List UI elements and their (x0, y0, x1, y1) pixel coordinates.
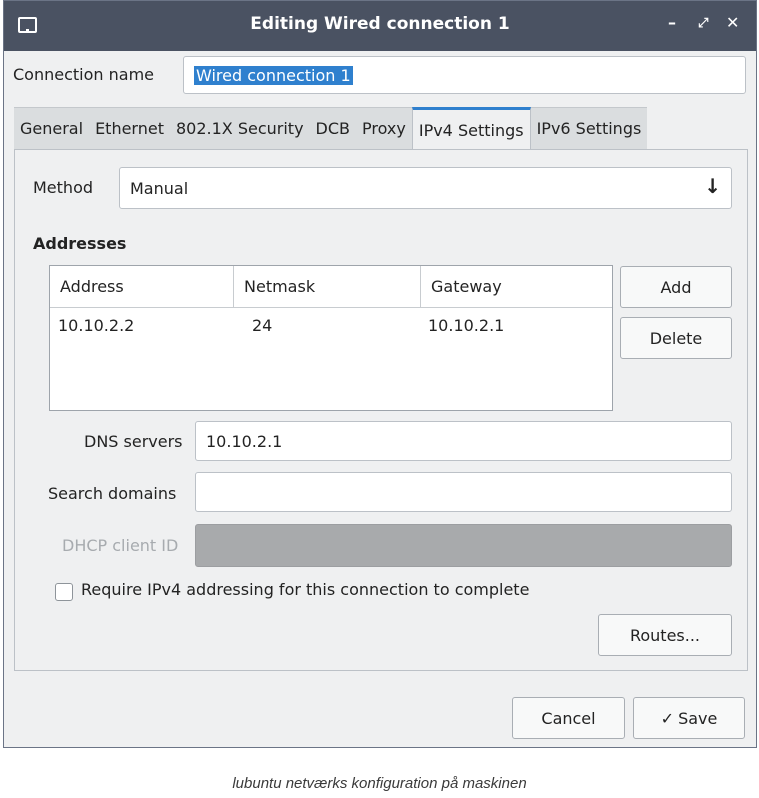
checkmark-icon: ✓ (660, 708, 675, 728)
dns-servers-input[interactable]: 10.10.2.1 (195, 421, 732, 461)
dns-servers-value: 10.10.2.1 (206, 431, 283, 451)
connection-name-label: Connection name (13, 65, 154, 84)
cell-netmask[interactable]: 24 (252, 316, 272, 335)
require-ipv4-label[interactable]: Require IPv4 addressing for this connect… (81, 580, 529, 599)
maximize-icon[interactable]: ⤢ (698, 16, 708, 31)
routes-button[interactable]: Routes... (598, 614, 732, 656)
title-bar[interactable]: Editing Wired connection 1 – ⤢ ✕ (4, 1, 756, 51)
arrow-down-icon: ↓ (704, 174, 721, 198)
tab-bar: General Ethernet 802.1X Security DCB Pro… (14, 107, 648, 150)
tab-general[interactable]: General (14, 107, 90, 149)
method-select[interactable]: Manual ↓ (119, 167, 732, 209)
dns-servers-label: DNS servers (84, 432, 183, 451)
method-label: Method (33, 178, 94, 197)
column-header-netmask[interactable]: Netmask (234, 266, 421, 308)
tab-ipv4-settings[interactable]: IPv4 Settings (411, 107, 531, 150)
tab-proxy[interactable]: Proxy (356, 107, 412, 149)
save-label: Save (678, 708, 718, 728)
image-caption: lubuntu netværks konfiguration på maskin… (232, 775, 527, 792)
dhcp-client-id-label: DHCP client ID (62, 536, 179, 555)
cell-address[interactable]: 10.10.2.2 (58, 316, 134, 335)
dhcp-client-id-input (195, 524, 732, 567)
save-button[interactable]: ✓ Save (633, 697, 745, 739)
connection-name-input[interactable]: Wired connection 1 (183, 56, 746, 94)
delete-button[interactable]: Delete (620, 317, 732, 359)
column-header-address[interactable]: Address (50, 266, 234, 308)
search-domains-label: Search domains (48, 484, 177, 503)
add-button[interactable]: Add (620, 266, 732, 308)
tab-ethernet[interactable]: Ethernet (89, 107, 170, 149)
method-value: Manual (130, 178, 189, 198)
tab-ipv6-settings[interactable]: IPv6 Settings (530, 107, 648, 149)
connection-name-value: Wired connection 1 (194, 65, 353, 85)
window-title: Editing Wired connection 1 (250, 14, 510, 34)
tab-8021x-security[interactable]: 802.1X Security (169, 107, 310, 149)
dialog-window: Editing Wired connection 1 – ⤢ ✕ Connect… (3, 0, 757, 748)
cell-gateway[interactable]: 10.10.2.1 (428, 316, 504, 335)
tab-dcb[interactable]: DCB (309, 107, 357, 149)
minimize-icon[interactable]: – (668, 13, 676, 32)
require-ipv4-checkbox[interactable] (55, 583, 73, 601)
column-header-gateway[interactable]: Gateway (421, 266, 612, 308)
ipv4-settings-panel: Method Manual ↓ Addresses Address Netmas… (14, 149, 748, 671)
cancel-button[interactable]: Cancel (512, 697, 625, 739)
close-icon[interactable]: ✕ (726, 13, 739, 32)
addresses-table[interactable]: Address Netmask Gateway 10.10.2.2 24 10.… (49, 265, 613, 411)
addresses-heading: Addresses (33, 234, 127, 253)
search-domains-input[interactable] (195, 472, 732, 512)
